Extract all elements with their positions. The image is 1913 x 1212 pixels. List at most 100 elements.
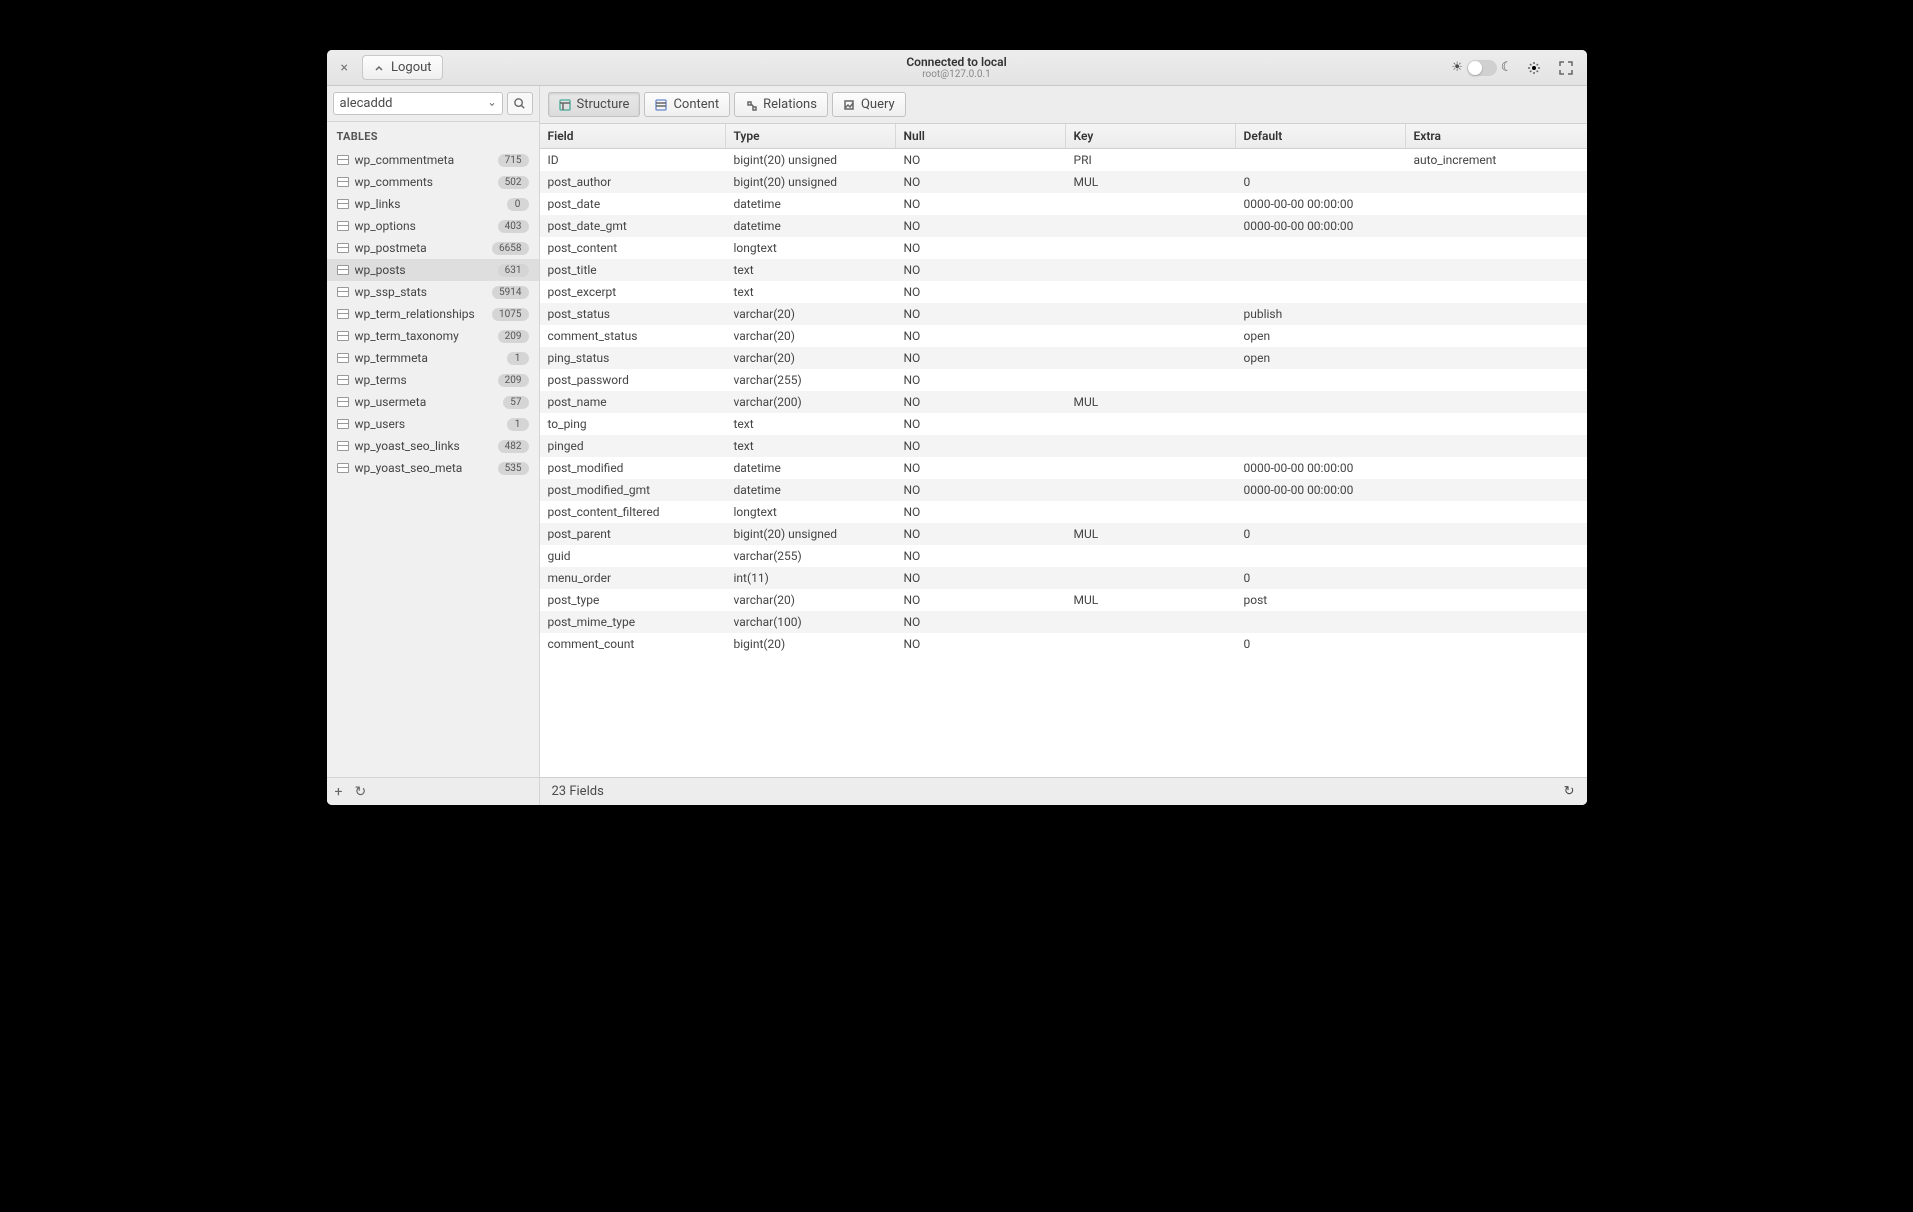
cell-default xyxy=(1236,149,1406,171)
tab-query[interactable]: Query xyxy=(832,92,906,117)
cell-key xyxy=(1066,259,1236,281)
table-row[interactable]: post_statusvarchar(20)NOpublish xyxy=(540,303,1587,325)
table-row[interactable]: post_typevarchar(20)NOMULpost xyxy=(540,589,1587,611)
cell-extra xyxy=(1406,193,1587,215)
search-button[interactable] xyxy=(507,92,533,115)
table-row[interactable]: post_date_gmtdatetimeNO0000-00-00 00:00:… xyxy=(540,215,1587,237)
cell-extra xyxy=(1406,589,1587,611)
table-row[interactable]: IDbigint(20) unsignedNOPRIauto_increment xyxy=(540,149,1587,171)
add-table-button[interactable]: + xyxy=(335,784,343,800)
sidebar-table-item[interactable]: wp_term_relationships1075 xyxy=(327,303,539,325)
table-row[interactable]: to_pingtextNO xyxy=(540,413,1587,435)
col-default[interactable]: Default xyxy=(1236,124,1406,148)
fullscreen-button[interactable] xyxy=(1555,57,1577,79)
tab-content[interactable]: Content xyxy=(644,92,730,117)
sidebar-table-item[interactable]: wp_comments502 xyxy=(327,171,539,193)
sidebar-table-item[interactable]: wp_users1 xyxy=(327,413,539,435)
settings-button[interactable] xyxy=(1523,57,1545,79)
table-row[interactable]: post_parentbigint(20) unsignedNOMUL0 xyxy=(540,523,1587,545)
database-select[interactable]: alecaddd xyxy=(333,92,503,115)
cell-extra xyxy=(1406,171,1587,193)
theme-toggle[interactable]: ☀ ☾ xyxy=(1451,60,1512,76)
cell-key xyxy=(1066,479,1236,501)
gear-icon xyxy=(1527,61,1541,75)
cell-null: NO xyxy=(896,303,1066,325)
cell-extra xyxy=(1406,391,1587,413)
sidebar-table-item[interactable]: wp_postmeta6658 xyxy=(327,237,539,259)
table-row[interactable]: post_content_filteredlongtextNO xyxy=(540,501,1587,523)
database-name: alecaddd xyxy=(340,96,393,111)
tab-structure[interactable]: Structure xyxy=(548,92,641,117)
refresh-tables-button[interactable]: ↻ xyxy=(354,784,366,800)
col-field[interactable]: Field xyxy=(540,124,726,148)
table-name: wp_commentmeta xyxy=(355,153,492,167)
table-icon xyxy=(337,243,349,253)
sidebar-table-item[interactable]: wp_usermeta57 xyxy=(327,391,539,413)
table-row[interactable]: post_contentlongtextNO xyxy=(540,237,1587,259)
cell-field: comment_status xyxy=(540,325,726,347)
table-row[interactable]: menu_orderint(11)NO0 xyxy=(540,567,1587,589)
col-key[interactable]: Key xyxy=(1066,124,1236,148)
table-row[interactable]: comment_statusvarchar(20)NOopen xyxy=(540,325,1587,347)
tab-relations[interactable]: Relations xyxy=(734,92,828,117)
table-row[interactable]: post_modifieddatetimeNO0000-00-00 00:00:… xyxy=(540,457,1587,479)
table-icon xyxy=(337,177,349,187)
table-icon xyxy=(337,419,349,429)
table-icon xyxy=(337,155,349,165)
sidebar-table-item[interactable]: wp_terms209 xyxy=(327,369,539,391)
table-row[interactable]: post_modified_gmtdatetimeNO0000-00-00 00… xyxy=(540,479,1587,501)
table-row[interactable]: guidvarchar(255)NO xyxy=(540,545,1587,567)
cell-type: text xyxy=(726,259,896,281)
table-count: 5914 xyxy=(492,286,528,299)
sidebar-table-item[interactable]: wp_links0 xyxy=(327,193,539,215)
cell-field: pinged xyxy=(540,435,726,457)
cell-key xyxy=(1066,281,1236,303)
cell-key xyxy=(1066,303,1236,325)
col-null[interactable]: Null xyxy=(896,124,1066,148)
toolbar: Structure Content Relations Query xyxy=(540,86,1587,124)
sidebar-table-item[interactable]: wp_commentmeta715 xyxy=(327,149,539,171)
table-row[interactable]: post_authorbigint(20) unsignedNOMUL0 xyxy=(540,171,1587,193)
sidebar-table-item[interactable]: wp_termmeta1 xyxy=(327,347,539,369)
sidebar-table-item[interactable]: wp_options403 xyxy=(327,215,539,237)
table-row[interactable]: post_excerpttextNO xyxy=(540,281,1587,303)
logout-button[interactable]: Logout xyxy=(362,55,443,80)
table-row[interactable]: pingedtextNO xyxy=(540,435,1587,457)
sidebar-table-item[interactable]: wp_ssp_stats 5914 xyxy=(327,281,539,303)
cell-default: 0000-00-00 00:00:00 xyxy=(1236,479,1406,501)
refresh-structure-button[interactable]: ↻ xyxy=(1564,784,1575,799)
table-row[interactable]: post_mime_typevarchar(100)NO xyxy=(540,611,1587,633)
sidebar-table-item[interactable]: wp_yoast_seo_links482 xyxy=(327,435,539,457)
table-name: wp_ssp_stats xyxy=(355,285,487,299)
cell-key xyxy=(1066,633,1236,655)
cell-default xyxy=(1236,391,1406,413)
table-icon xyxy=(337,309,349,319)
cell-key xyxy=(1066,611,1236,633)
sidebar-table-item[interactable]: wp_posts631 xyxy=(327,259,539,281)
logout-icon xyxy=(373,62,385,74)
table-row[interactable]: post_titletextNO xyxy=(540,259,1587,281)
cell-default: 0000-00-00 00:00:00 xyxy=(1236,193,1406,215)
cell-null: NO xyxy=(896,281,1066,303)
cell-null: NO xyxy=(896,589,1066,611)
table-name: wp_yoast_seo_meta xyxy=(355,461,492,475)
table-icon xyxy=(337,221,349,231)
table-row[interactable]: post_namevarchar(200)NOMUL xyxy=(540,391,1587,413)
sidebar-table-item[interactable]: wp_yoast_seo_meta535 xyxy=(327,457,539,479)
col-extra[interactable]: Extra xyxy=(1406,124,1587,148)
sidebar-table-item[interactable]: wp_term_taxonomy209 xyxy=(327,325,539,347)
cell-null: NO xyxy=(896,413,1066,435)
table-row[interactable]: post_datedatetimeNO0000-00-00 00:00:00 xyxy=(540,193,1587,215)
table-name: wp_terms xyxy=(355,373,492,387)
table-row[interactable]: post_passwordvarchar(255)NO xyxy=(540,369,1587,391)
cell-extra xyxy=(1406,303,1587,325)
query-icon xyxy=(843,99,855,111)
close-icon[interactable]: × xyxy=(337,58,352,78)
table-row[interactable]: ping_statusvarchar(20)NOopen xyxy=(540,347,1587,369)
col-type[interactable]: Type xyxy=(726,124,896,148)
cell-extra xyxy=(1406,281,1587,303)
structure-rows: IDbigint(20) unsignedNOPRIauto_increment… xyxy=(540,149,1587,777)
toggle-switch[interactable] xyxy=(1467,60,1497,76)
table-row[interactable]: comment_countbigint(20)NO0 xyxy=(540,633,1587,655)
cell-extra xyxy=(1406,457,1587,479)
